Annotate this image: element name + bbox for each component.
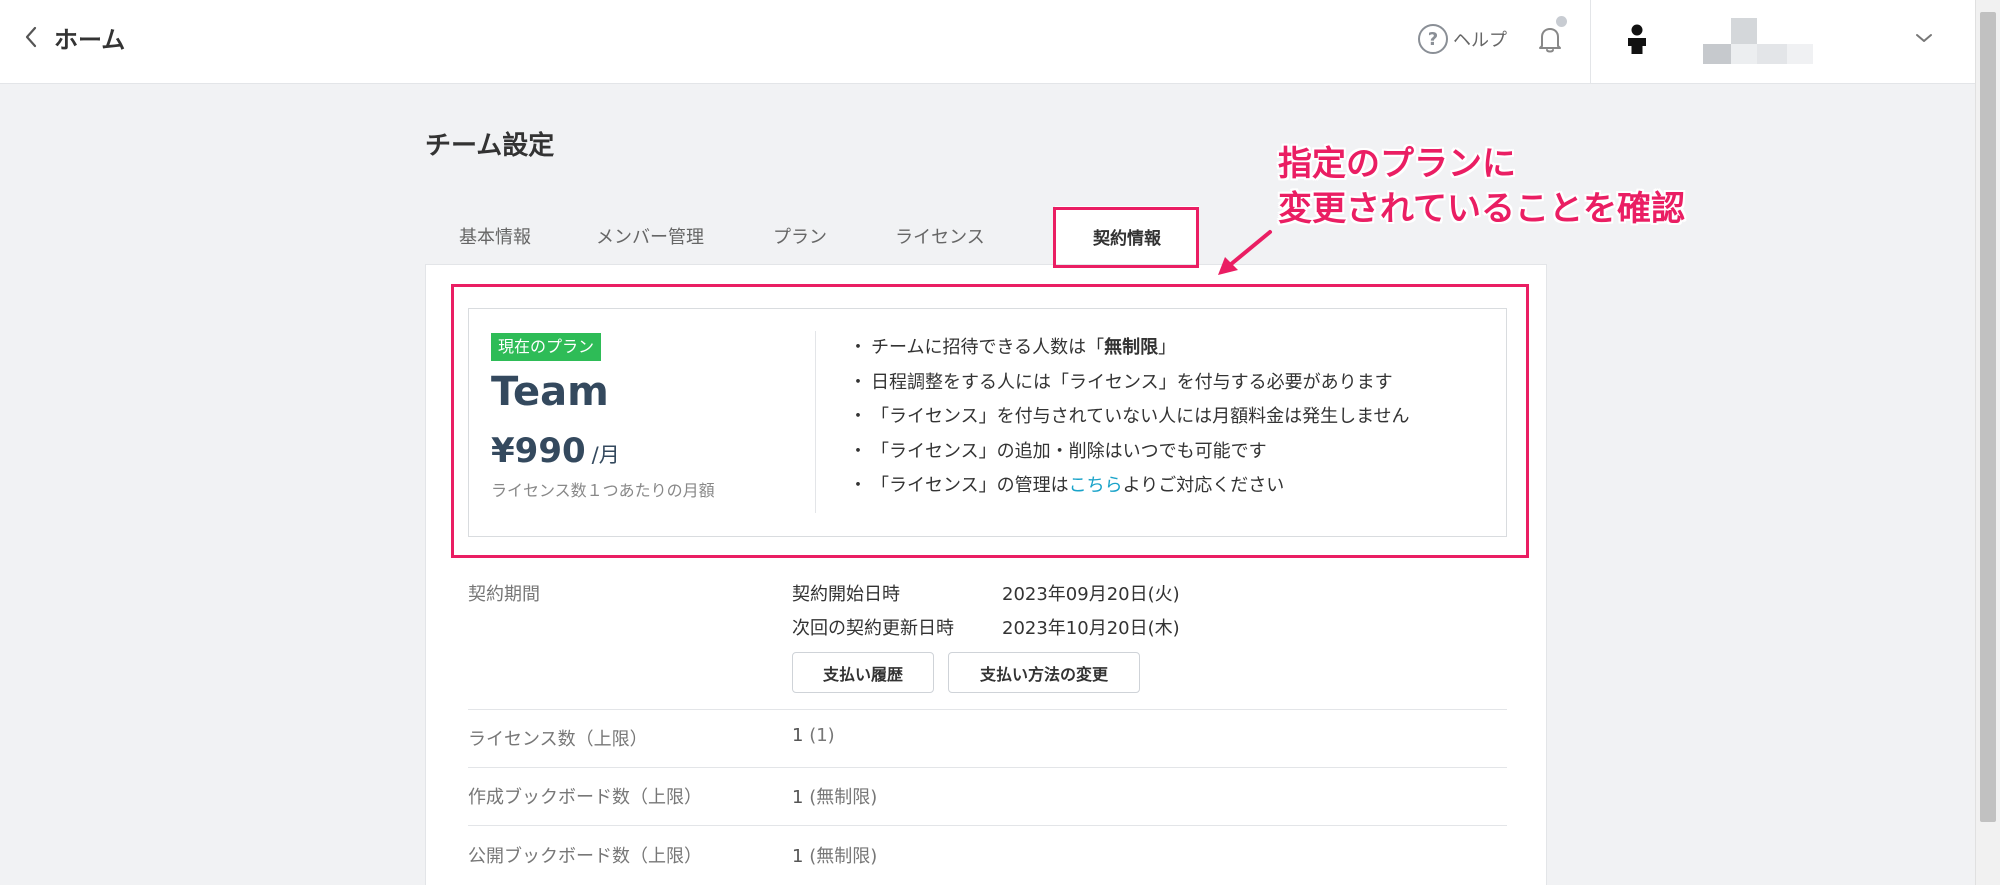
redaction-block — [1757, 44, 1787, 64]
annotation-line-2: 変更されていることを確認 — [1278, 189, 1685, 229]
list-item: ・「ライセンス」の追加・削除はいつでも可能です — [849, 440, 1267, 462]
notification-dot — [1556, 16, 1567, 27]
contract-renewal-value: 2023年10月20日(木) — [1002, 618, 1180, 639]
scrollbar-thumb[interactable] — [1980, 12, 1996, 822]
user-avatar[interactable] — [1620, 22, 1654, 56]
plan-price: ¥990 /月 — [491, 431, 620, 471]
redaction-block — [1731, 18, 1757, 44]
list-item: ・日程調整をする人には「ライセンス」を付与する必要があります — [849, 371, 1393, 393]
plan-name: Team — [491, 369, 609, 415]
bookboard-public-limit-value: 1 (無制限) — [792, 846, 878, 867]
chevron-left-icon — [25, 26, 37, 48]
redaction-block — [1703, 44, 1731, 64]
current-plan-badge: 現在のプラン — [491, 333, 602, 361]
redaction-block — [1787, 44, 1813, 64]
top-bar: ホーム ? ヘルプ — [0, 0, 1975, 84]
user-avatar-icon — [1628, 24, 1646, 54]
license-management-link[interactable]: こちら — [1069, 475, 1123, 496]
license-limit-label: ライセンス数（上限） — [468, 729, 648, 750]
settings-tabs: 基本情報 メンバー管理 プラン ライセンス 契約情報 — [425, 206, 1275, 266]
tab-basic-info[interactable]: 基本情報 — [425, 206, 565, 266]
plan-price-note: ライセンス数１つあたりの月額 — [491, 481, 715, 500]
plan-feature-list: ・チームに招待できる人数は「無制限」 ・日程調整をする人には「ライセンス」を付与… — [849, 331, 1410, 504]
plan-divider — [815, 331, 816, 513]
contract-start-value: 2023年09月20日(火) — [1002, 584, 1180, 605]
page-title: チーム設定 — [425, 131, 555, 161]
help-link[interactable]: ? ヘルプ — [1418, 20, 1507, 58]
row-divider — [468, 709, 1507, 710]
license-limit-value: 1 (1) — [792, 725, 835, 746]
help-circle-icon: ? — [1418, 24, 1448, 54]
tab-license[interactable]: ライセンス — [865, 206, 1015, 266]
annotation-line-1: 指定のプランに — [1278, 144, 1516, 184]
bell-icon — [1539, 28, 1561, 53]
back-link-label: ホーム — [54, 25, 126, 54]
list-item: ・「ライセンス」を付与されていない人には月額料金は発生しません — [849, 406, 1410, 427]
contract-renewal-label: 次回の契約更新日時 — [792, 618, 954, 639]
current-plan-box: 現在のプラン Team ¥990 /月 ライセンス数１つあたりの月額 ・チームに… — [468, 308, 1507, 537]
redaction-block — [1731, 44, 1757, 64]
bookboard-create-limit-value: 1 (無制限) — [792, 787, 878, 808]
list-item: ・チームに招待できる人数は「無制限」 — [849, 337, 1177, 358]
contract-start-label: 契約開始日時 — [792, 584, 900, 605]
chevron-down-icon — [1916, 34, 1932, 42]
user-menu-toggle[interactable] — [1912, 26, 1936, 50]
tab-member-management[interactable]: メンバー管理 — [565, 206, 735, 266]
annotation-callout: 指定のプランに 変更されていることを確認 — [1278, 142, 1685, 232]
tab-contract-info[interactable]: 契約情報 — [1055, 206, 1199, 266]
change-payment-method-button[interactable]: 支払い方法の変更 — [948, 652, 1140, 693]
help-label: ヘルプ — [1453, 30, 1507, 51]
contract-period-label: 契約期間 — [468, 584, 540, 605]
user-name-redacted[interactable] — [1703, 18, 1813, 64]
row-divider — [468, 767, 1507, 768]
back-to-home-link[interactable]: ホーム — [24, 20, 125, 54]
vertical-scrollbar[interactable] — [1975, 0, 2000, 885]
bookboard-create-limit-label: 作成ブックボード数（上限） — [468, 787, 702, 808]
row-divider — [468, 825, 1507, 826]
plan-price-unit: /月 — [591, 443, 620, 467]
plan-price-amount: ¥990 — [491, 431, 586, 471]
tab-plan[interactable]: プラン — [735, 206, 865, 266]
bookboard-public-limit-label: 公開ブックボード数（上限） — [468, 846, 702, 867]
header-divider — [1590, 0, 1591, 84]
notification-button[interactable] — [1533, 16, 1567, 56]
list-item: ・「ライセンス」の管理はこちらよりご対応ください — [849, 475, 1285, 496]
annotation-arrow-icon — [1218, 230, 1272, 275]
payment-history-button[interactable]: 支払い履歴 — [792, 652, 934, 693]
